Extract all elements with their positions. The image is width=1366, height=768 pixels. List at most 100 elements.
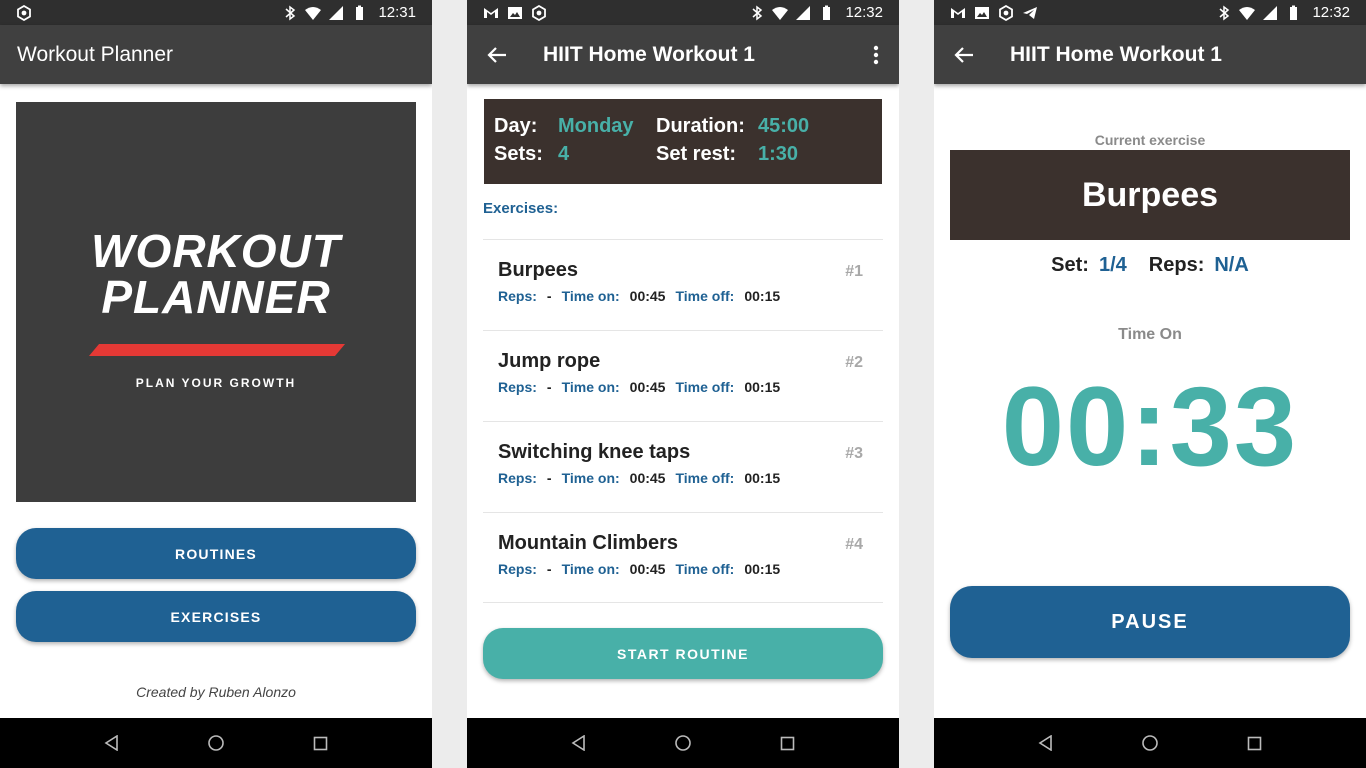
logo-tagline: PLAN YOUR GROWTH [135,376,297,390]
exercise-item[interactable]: Jump rope #2 Reps: - Time on: 00:45 Time… [483,330,883,421]
back-arrow-icon[interactable] [934,25,994,84]
sets-value: 4 [558,142,570,165]
reps-value: - [546,470,552,486]
set-label: Set: [1051,254,1089,276]
time-on-value: 00:45 [629,561,666,577]
app-icon [531,4,547,21]
gmail-icon [950,5,966,21]
start-routine-button[interactable]: START ROUTINE [483,628,883,679]
exercise-item[interactable]: Burpees #1 Reps: - Time on: 00:45 Time o… [483,239,883,330]
set-rest-label: Set rest: [656,142,737,165]
reps-label: Reps: [498,470,537,486]
set-reps-row: Set: 1/4 Reps: N/A [934,254,1366,277]
status-bar: 12:31 [0,0,432,25]
exercises-button[interactable]: EXERCISES [16,591,416,642]
bluetooth-icon [749,5,765,21]
nav-bar [0,718,432,768]
telegram-icon [1022,5,1038,21]
logo-text-line2: PLANNER [101,271,331,323]
exercise-name: Jump rope [498,350,601,372]
reps-label: Reps: [498,561,537,577]
nav-bar [467,718,899,768]
recents-square-icon[interactable] [300,723,340,763]
image-icon [507,5,523,21]
sets-label: Sets: [494,142,543,165]
exercise-number: #1 [845,263,863,280]
image-icon [974,5,990,21]
app-logo: WORKOUT PLANNER PLAN YOUR GROWTH [16,102,416,502]
exercise-item[interactable]: Mountain Climbers #4 Reps: - Time on: 00… [483,512,883,603]
routines-button[interactable]: ROUTINES [16,528,416,579]
reps-label: Reps: [1148,254,1205,276]
battery-icon [818,5,834,21]
screen-routine-detail: 12:32 HIIT Home Workout 1 Day: Monday Du… [467,0,899,768]
routine-summary: Day: Monday Duration: 45:00 Sets: 4 Set … [484,99,882,184]
exercise-number: #2 [845,354,863,371]
battery-icon [1285,5,1301,21]
bluetooth-icon [282,5,298,21]
exercise-item[interactable]: Switching knee taps #3 Reps: - Time on: … [483,421,883,512]
duration-value: 45:00 [758,114,810,137]
app-icon [16,4,32,21]
home-circle-icon[interactable] [663,723,703,763]
app-bar: HIIT Home Workout 1 [467,25,899,84]
time-on-label: Time On [1118,326,1182,343]
reps-label: Reps: [498,379,537,395]
duration-label: Duration: [656,114,745,137]
exercise-number: #3 [845,445,863,462]
more-vert-icon[interactable] [853,25,899,84]
page-title: Workout Planner [17,42,174,66]
battery-icon [351,5,367,21]
time-off-label: Time off: [675,470,735,486]
time-off-value: 00:15 [744,470,781,486]
pause-button[interactable]: PAUSE [950,586,1350,658]
status-time: 12:32 [1312,4,1350,21]
exercise-name: Burpees [498,259,579,281]
day-value: Monday [558,114,634,137]
app-icon [998,4,1014,21]
recents-square-icon[interactable] [1234,723,1274,763]
reps-value: - [546,561,552,577]
home-circle-icon[interactable] [196,723,236,763]
recents-square-icon[interactable] [767,723,807,763]
time-off-label: Time off: [675,288,735,304]
time-off-label: Time off: [675,561,735,577]
screen-active-workout: 12:32 HIIT Home Workout 1 Current exerci… [934,0,1366,768]
status-time: 12:31 [378,4,416,21]
time-on-value: 00:45 [629,379,666,395]
time-off-value: 00:15 [744,288,781,304]
current-exercise-name: Burpees [950,150,1350,240]
gmail-icon [483,5,499,21]
reps-value: N/A [1214,254,1249,276]
app-bar: HIIT Home Workout 1 [934,25,1366,84]
time-on-label: Time on: [561,561,620,577]
back-triangle-icon[interactable] [1026,723,1066,763]
wifi-icon [772,5,789,21]
reps-value: - [546,288,552,304]
status-time: 12:32 [845,4,883,21]
page-title: HIIT Home Workout 1 [543,42,755,66]
time-off-label: Time off: [675,379,735,395]
time-off-value: 00:15 [744,379,781,395]
time-on-value: 00:45 [629,470,666,486]
set-rest-value: 1:30 [758,142,799,165]
set-value: 1/4 [1098,254,1127,276]
page-title: HIIT Home Workout 1 [1010,42,1222,66]
exercises-heading: Exercises: [483,200,559,217]
back-triangle-icon[interactable] [92,723,132,763]
wifi-icon [1239,5,1256,21]
exercise-name: Switching knee taps [498,441,691,463]
back-triangle-icon[interactable] [559,723,599,763]
home-circle-icon[interactable] [1130,723,1170,763]
time-on-label: Time on: [561,379,620,395]
signal-icon [1262,5,1278,21]
exercise-name: Mountain Climbers [498,532,679,554]
signal-icon [328,5,344,21]
app-bar: Workout Planner [0,25,432,84]
bluetooth-icon [1216,5,1232,21]
back-arrow-icon[interactable] [467,25,527,84]
day-label: Day: [494,114,538,137]
reps-label: Reps: [498,288,537,304]
status-bar: 12:32 [467,0,899,25]
credit-text: Created by Ruben Alonzo [136,684,296,700]
